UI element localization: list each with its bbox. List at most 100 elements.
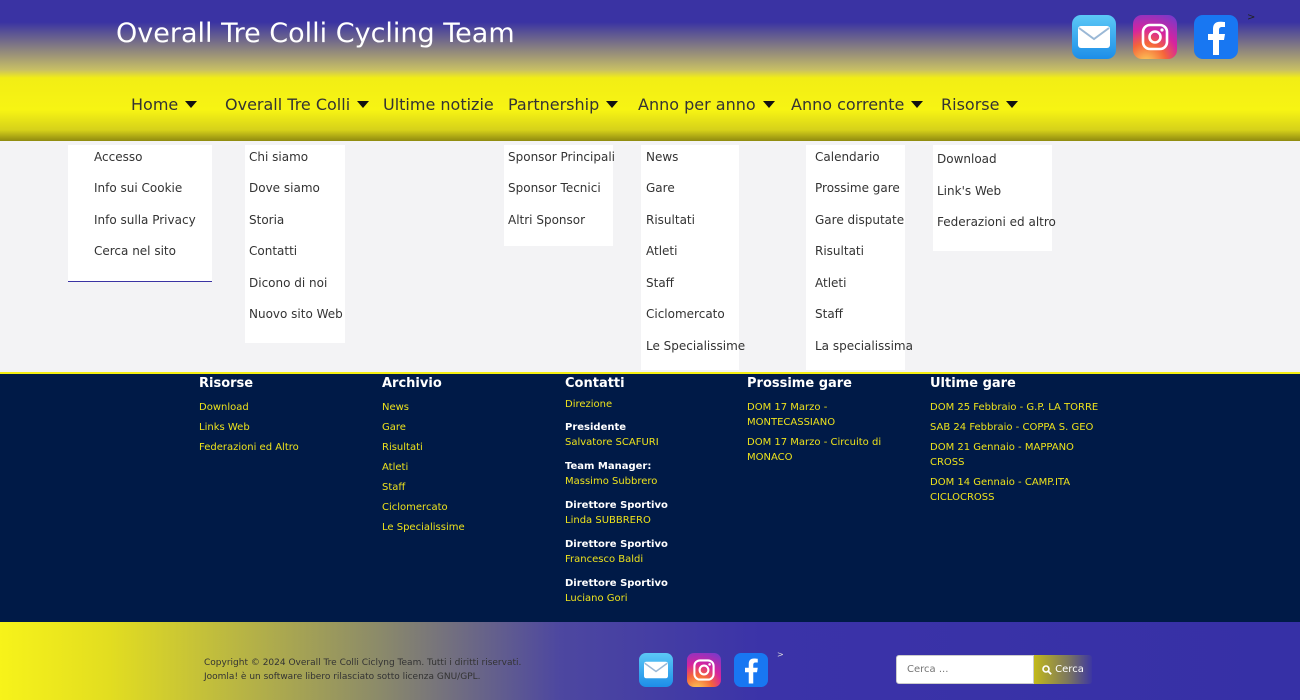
search-icon <box>1042 664 1053 675</box>
contact-name[interactable]: Massimo Subbrero <box>565 474 735 489</box>
menu-item-atleti[interactable]: Atleti <box>646 244 677 258</box>
caret-down-icon <box>1006 101 1019 108</box>
mail-icon[interactable] <box>639 653 673 687</box>
menu-item-sponsor-tecnici[interactable]: Sponsor Tecnici <box>508 181 601 195</box>
menu-item-ciclomercato[interactable]: Ciclomercato <box>646 307 725 321</box>
menu-item-storia[interactable]: Storia <box>249 213 284 227</box>
contact-entry: Presidente Salvatore SCAFURI <box>565 420 735 450</box>
dropdown-anno-per-anno: News Gare Risultati Atleti Staff Ciclome… <box>641 145 745 370</box>
contact-name[interactable]: Francesco Baldi <box>565 552 735 567</box>
menu-item-chi-siamo[interactable]: Chi siamo <box>249 150 308 164</box>
footer-link-federazioni[interactable]: Federazioni ed Altro <box>199 440 369 455</box>
menu-item-info-cookie[interactable]: Info sui Cookie <box>94 181 182 195</box>
race-line: DOM 25 Febbraio - G.P. LA TORRE <box>930 402 1099 413</box>
menu-item-dove-siamo[interactable]: Dove siamo <box>249 181 320 195</box>
footer-col-archivio: Archivio News Gare Risultati Atleti Staf… <box>382 376 552 540</box>
race-line: SAB 24 Febbraio - COPPA S. GEO <box>930 422 1094 433</box>
search-button-label: Cerca <box>1055 664 1084 675</box>
nav-item-ultime-notizie[interactable]: Ultime notizie <box>383 95 494 114</box>
footer-link-race[interactable]: DOM 17 Marzo - MONTECASSIANO <box>747 400 897 430</box>
menu-item-contatti[interactable]: Contatti <box>249 244 297 258</box>
footer-link-specialissime[interactable]: Le Specialissime <box>382 520 552 535</box>
menu-item-cerca-sito[interactable]: Cerca nel sito <box>94 244 176 258</box>
menu-item-dicono-di-noi[interactable]: Dicono di noi <box>249 276 327 290</box>
footer-col-prossime-gare: Prossime gare DOM 17 Marzo - MONTECASSIAN… <box>747 376 897 470</box>
corner-mark: > <box>1247 12 1256 23</box>
race-line: CROSS <box>930 457 965 468</box>
menu-item-download[interactable]: Download <box>937 152 997 166</box>
menu-item-gare[interactable]: Gare <box>646 181 675 195</box>
menu-item-news[interactable]: News <box>646 150 678 164</box>
contact-entry: Direttore Sportivo Francesco Baldi <box>565 537 735 567</box>
footer-link-race[interactable]: DOM 17 Marzo - Circuito di MONACO <box>747 435 897 465</box>
nav-item-anno-per-anno[interactable]: Anno per anno <box>638 95 775 114</box>
race-line: DOM 17 Marzo - <box>747 402 828 413</box>
footer-link-download[interactable]: Download <box>199 400 369 415</box>
copyright-text: Copyright © 2024 Overall Tre Colli Cicly… <box>204 656 521 684</box>
menu-item-federazioni[interactable]: Federazioni ed altro <box>937 215 1056 229</box>
dropdown-home: Accesso Info sui Cookie Info sulla Priva… <box>68 145 212 282</box>
menu-item-nuovo-sito[interactable]: Nuovo sito Web <box>249 307 343 321</box>
nav-item-home[interactable]: Home <box>131 95 198 114</box>
dropdown-anno-corrente: Calendario Prossime gare Gare disputate … <box>806 145 913 370</box>
contact-role: Direttore Sportivo <box>565 539 668 550</box>
nav-item-label: Anno corrente <box>791 95 905 114</box>
footer-link-race[interactable]: DOM 14 Gennaio - CAMP.ITA CICLOCROSS <box>930 475 1105 505</box>
contact-role: Team Manager: <box>565 461 652 472</box>
menu-item-gare-disputate[interactable]: Gare disputate <box>815 213 904 227</box>
nav-item-label: Home <box>131 95 179 114</box>
menu-item-calendario[interactable]: Calendario <box>815 150 880 164</box>
contact-entry: Direttore Sportivo Luciano Gori <box>565 576 735 606</box>
footer-link-race[interactable]: DOM 25 Febbraio - G.P. LA TORRE <box>930 400 1105 415</box>
menu-item-altri-sponsor[interactable]: Altri Sponsor <box>508 213 585 227</box>
menu-item-sponsor-principali[interactable]: Sponsor Principali <box>508 150 615 164</box>
footer-link-race[interactable]: SAB 24 Febbraio - COPPA S. GEO <box>930 420 1105 435</box>
instagram-icon[interactable] <box>687 653 721 687</box>
footer-link-direzione[interactable]: Direzione <box>565 397 735 412</box>
footer-link-race[interactable]: DOM 21 Gennaio - MAPPANO CROSS <box>930 440 1105 470</box>
menu-item-links-web[interactable]: Link's Web <box>937 184 1001 198</box>
footer-link-staff[interactable]: Staff <box>382 480 552 495</box>
nav-item-anno-corrente[interactable]: Anno corrente <box>791 95 924 114</box>
caret-down-icon <box>185 101 198 108</box>
menu-item-prossime-gare[interactable]: Prossime gare <box>815 181 900 195</box>
menu-item-staff[interactable]: Staff <box>815 307 843 321</box>
nav-item-risorse[interactable]: Risorse <box>941 95 1019 114</box>
race-line: CICLOCROSS <box>930 492 995 503</box>
contact-name[interactable]: Linda SUBBRERO <box>565 513 735 528</box>
menu-item-accesso[interactable]: Accesso <box>94 150 142 164</box>
contact-entry: Direttore Sportivo Linda SUBBRERO <box>565 498 735 528</box>
menu-item-specialissima[interactable]: La specialissima <box>815 339 913 353</box>
nav-item-overall[interactable]: Overall Tre Colli <box>225 95 370 114</box>
site-title[interactable]: Overall Tre Colli Cycling Team <box>116 18 515 49</box>
search-input[interactable] <box>896 655 1034 684</box>
menu-item-risultati[interactable]: Risultati <box>646 213 695 227</box>
search-button[interactable]: Cerca <box>1034 655 1092 684</box>
menu-item-staff[interactable]: Staff <box>646 276 674 290</box>
copyright-line: Copyright © 2024 Overall Tre Colli Cicly… <box>204 658 522 668</box>
menu-item-atleti[interactable]: Atleti <box>815 276 846 290</box>
footer-link-gare[interactable]: Gare <box>382 420 552 435</box>
footer-link-links-web[interactable]: Links Web <box>199 420 369 435</box>
contact-name[interactable]: Salvatore SCAFURI <box>565 435 735 450</box>
caret-down-icon <box>911 101 924 108</box>
footer-link-news[interactable]: News <box>382 400 552 415</box>
menu-item-info-privacy[interactable]: Info sulla Privacy <box>94 213 196 227</box>
nav-item-label: Risorse <box>941 95 1000 114</box>
nav-item-partnership[interactable]: Partnership <box>508 95 619 114</box>
menu-item-specialissime[interactable]: Le Specialissime <box>646 339 745 353</box>
mail-icon[interactable] <box>1072 15 1116 59</box>
nav-item-label: Partnership <box>508 95 600 114</box>
facebook-icon[interactable] <box>1194 15 1238 59</box>
footer-link-atleti[interactable]: Atleti <box>382 460 552 475</box>
instagram-icon[interactable] <box>1133 15 1177 59</box>
footer-heading: Contatti <box>565 376 625 391</box>
contact-entry: Team Manager: Massimo Subbrero <box>565 459 735 489</box>
facebook-icon[interactable] <box>734 653 768 687</box>
bottom-bar: Copyright © 2024 Overall Tre Colli Cicly… <box>0 622 1300 700</box>
menu-item-risultati[interactable]: Risultati <box>815 244 864 258</box>
footer-link-risultati[interactable]: Risultati <box>382 440 552 455</box>
footer-link-ciclomercato[interactable]: Ciclomercato <box>382 500 552 515</box>
contact-role: Direttore Sportivo <box>565 578 668 589</box>
contact-name[interactable]: Luciano Gori <box>565 591 735 606</box>
